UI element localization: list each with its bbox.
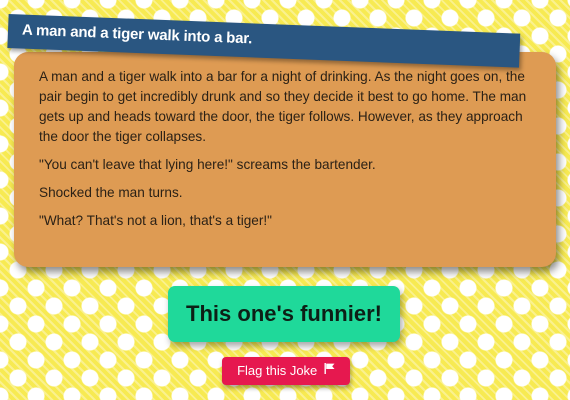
joke-paragraph: "You can't leave that lying here!" screa…	[39, 157, 376, 172]
flag-joke-button[interactable]: Flag this Joke	[222, 357, 350, 385]
funnier-button[interactable]: This one's funnier!	[168, 286, 400, 342]
joke-paragraph: "What? That's not a lion, that's a tiger…	[39, 213, 272, 228]
joke-card: A man and a tiger walk into a bar for a …	[14, 52, 556, 267]
joke-title: A man and a tiger walk into a bar.	[21, 21, 253, 48]
joke-paragraph: A man and a tiger walk into a bar for a …	[39, 69, 527, 144]
joke-page: { "joke": { "title": "A man and a tiger …	[0, 0, 570, 400]
flag-joke-label: Flag this Joke	[237, 363, 318, 378]
joke-body: A man and a tiger walk into a bar for a …	[39, 67, 539, 239]
joke-paragraph: Shocked the man turns.	[39, 185, 183, 200]
flag-icon	[324, 356, 335, 384]
